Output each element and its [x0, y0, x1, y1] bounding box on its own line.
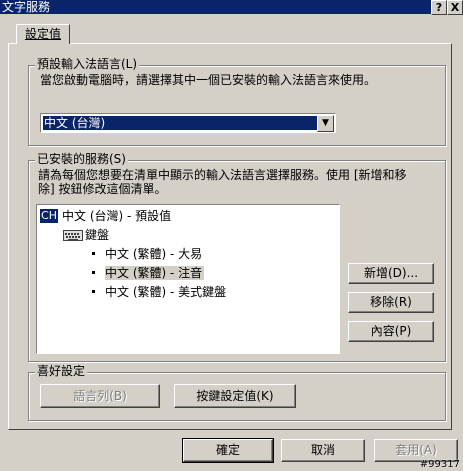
watermark: #99317: [419, 459, 460, 470]
properties-button[interactable]: 內容(P): [348, 321, 434, 342]
help-button[interactable]: ?: [431, 0, 447, 15]
remove-button[interactable]: 移除(R): [348, 292, 434, 313]
window-title: 文字服務: [2, 0, 51, 14]
default-language-description: 當您啟動電腦時，請選擇其中一個已安裝的輸入法語言來使用。: [40, 73, 377, 87]
bullet-icon: [92, 271, 95, 274]
installed-services-description-1: 請為每個您想要在清單中顯示的輸入法語言選擇服務。使用 [新增和移: [38, 168, 407, 182]
default-language-selected: 中文 (台灣): [43, 116, 318, 130]
bullet-icon: [92, 252, 95, 255]
language-bar-button[interactable]: 語言列(B): [40, 384, 160, 408]
installed-services-description-2: 除] 按鈕修改這個清單。: [38, 182, 167, 196]
title-bar: 文字服務 ? X: [0, 0, 463, 15]
list-item-keyboard[interactable]: 鍵盤: [85, 228, 109, 242]
list-item-service[interactable]: 中文 (繁體) - 美式鍵盤: [105, 285, 226, 299]
key-settings-button[interactable]: 按鍵設定值(K): [174, 384, 296, 408]
list-item-language[interactable]: 中文 (台灣) - 預設值: [62, 209, 171, 223]
list-item-service[interactable]: 中文 (繁體) - 大易: [105, 247, 202, 261]
bullet-icon: [92, 290, 95, 293]
ok-button[interactable]: 確定: [182, 438, 274, 463]
list-item-service-selected[interactable]: 中文 (繁體) - 注音: [105, 266, 205, 280]
close-button[interactable]: X: [447, 0, 463, 15]
preferences-group-label: 喜好設定: [35, 364, 88, 378]
language-badge-icon: CH: [40, 209, 58, 223]
cancel-button[interactable]: 取消: [281, 439, 365, 462]
chevron-down-icon[interactable]: ▼: [317, 115, 334, 132]
tab-settings-label: 設定值: [24, 27, 61, 41]
add-button[interactable]: 新增(D)...: [348, 263, 434, 284]
keyboard-icon: [63, 230, 83, 241]
tab-settings[interactable]: 設定值: [16, 24, 70, 44]
default-language-group-label: 預設輸入法語言(L): [35, 57, 140, 71]
installed-services-group-label: 已安裝的服務(S): [35, 152, 128, 166]
default-language-select[interactable]: 中文 (台灣) ▼: [40, 113, 336, 133]
installed-services-list[interactable]: CH 中文 (台灣) - 預設值 鍵盤 中文 (繁體) - 大易 中文 (繁體)…: [36, 204, 340, 354]
